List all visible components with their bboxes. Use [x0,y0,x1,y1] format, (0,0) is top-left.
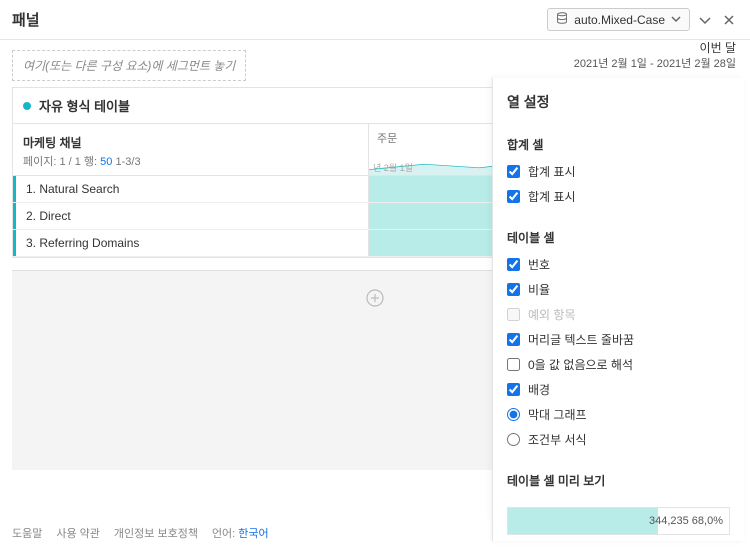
footer-terms[interactable]: 사용 약관 [56,525,100,541]
opt-background[interactable]: 배경 [507,377,730,402]
opt-percent[interactable]: 비율 [507,277,730,302]
section-table-cell: 테이블 셀 [507,229,730,246]
header-controls: auto.Mixed-Case [547,8,738,31]
page-footer: 도움말 사용 약관 개인정보 보호정책 언어: 한국어 [0,519,490,547]
data-view-dropdown[interactable]: auto.Mixed-Case [547,8,690,31]
database-icon [556,12,568,27]
pagination-meta: 페이지: 1 / 1 행: 50 1-3/3 [23,153,358,169]
collapse-toggle[interactable] [696,11,714,29]
opt-conditional-format[interactable]: 조건부 서식 [507,427,730,452]
side-panel-title: 열 설정 [493,78,744,122]
cell-preview: 344,235 68,0% [507,507,730,535]
opt-show-grand-total[interactable]: 합계 표시 [507,159,730,184]
date-range-label: 이번 달 [574,40,736,57]
row-label: 3. Referring Domains [13,230,368,256]
opt-bar-graph[interactable]: 막대 그래프 [507,402,730,427]
opt-zero-as-none[interactable]: 0을 값 없음으로 해석 [507,352,730,377]
segment-dropzone[interactable]: 여기(또는 다른 구성 요소)에 세그먼트 놓기 [12,50,246,81]
footer-privacy[interactable]: 개인정보 보호정책 [114,525,198,541]
opt-show-total[interactable]: 합계 표시 [507,184,730,209]
opt-number[interactable]: 번호 [507,252,730,277]
preview-value: 344,235 68,0% [649,515,723,527]
panel-title: 패널 [12,9,40,30]
preview-bar [508,508,658,534]
row-label: 1. Natural Search [13,176,368,202]
chevron-down-icon [671,13,681,27]
panel-header: 패널 auto.Mixed-Case [0,0,750,40]
dimension-label: 마케팅 채널 [23,134,358,151]
axis-tick: 년 2월 1일 [373,161,413,174]
opt-anomalies: 예외 항목 [507,302,730,327]
section-total-cell: 합계 셀 [507,136,730,153]
footer-language: 언어: 한국어 [212,525,269,541]
date-range-block[interactable]: 이번 달 2021년 2월 1일 - 2021년 2월 28일 [574,40,750,78]
dropdown-label: auto.Mixed-Case [574,13,665,27]
footer-help[interactable]: 도움말 [12,525,42,541]
language-link[interactable]: 한국어 [238,528,268,540]
plus-icon [366,289,384,312]
column-settings-panel: 열 설정 합계 셀 합계 표시 합계 표시 테이블 셀 번호 비율 예외 항목 … [492,78,744,541]
freeform-title: 자유 형식 테이블 [39,96,130,115]
close-button[interactable] [720,11,738,29]
row-label: 2. Direct [13,203,368,229]
viz-color-dot [23,102,31,110]
dimension-header[interactable]: 마케팅 채널 페이지: 1 / 1 행: 50 1-3/3 [13,124,368,175]
section-preview: 테이블 셀 미리 보기 [507,472,730,489]
segment-placeholder: 여기(또는 다른 구성 요소)에 세그먼트 놓기 [23,59,235,73]
opt-wrap-header[interactable]: 머리글 텍스트 줄바꿈 [507,327,730,352]
date-range-value: 2021년 2월 1일 - 2021년 2월 28일 [574,57,736,72]
